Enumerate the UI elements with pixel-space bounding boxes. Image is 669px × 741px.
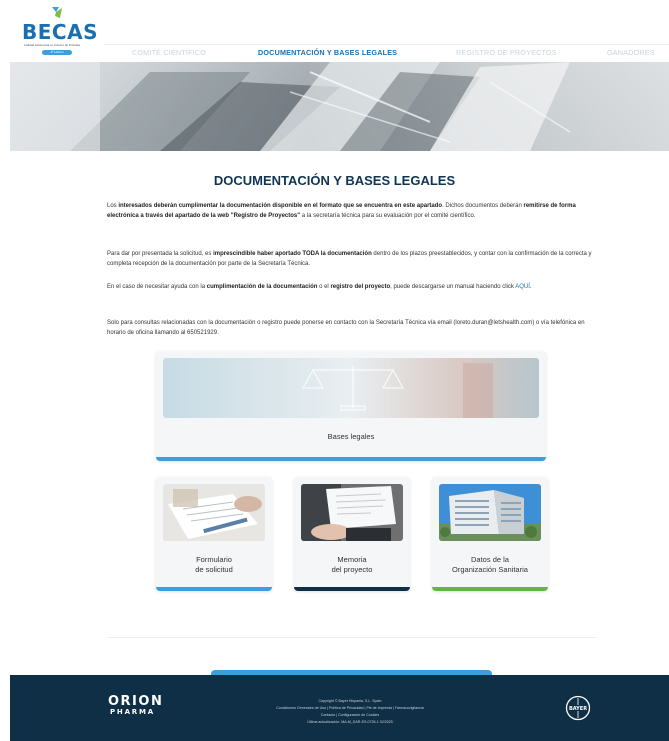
site-footer: ORION PHARMA Copyright © Bayer Hispania,… (10, 675, 669, 741)
logo-subtitle: Calidad Asistencial en Cáncer de Próstat… (24, 43, 81, 47)
becas-logo[interactable]: BECAS Calidad Asistencial en Cáncer de P… (22, 6, 102, 62)
logo-text: BECAS (22, 20, 98, 44)
nav-item-registro[interactable]: REGISTRO DE PROYECTOS (456, 45, 557, 61)
contact-paragraph: Solo para consultas relacionadas con la … (107, 320, 585, 336)
hero-image (10, 62, 669, 151)
footer-legal-links[interactable]: Condiciones Generales de Uso | Política … (240, 705, 460, 712)
hero-banner (10, 62, 669, 151)
datos-label: Datos de la Organización Sanitaria (452, 555, 528, 574)
nav-item-documentacion[interactable]: DOCUMENTACIÓN Y BASES LEGALES (258, 45, 397, 61)
memoria-card[interactable]: Memoria del proyecto (294, 477, 410, 591)
memoria-image (301, 484, 403, 541)
bases-legales-bar (156, 457, 546, 461)
formulario-bar (156, 587, 272, 591)
formulario-image (163, 484, 265, 541)
orion-pharma-logo[interactable]: ORION PHARMA (108, 695, 163, 716)
bayer-logo-icon[interactable]: BAYER (565, 695, 591, 721)
footer-last-update: Última actualización: MA-M_DAR-ES-0735-1… (307, 720, 393, 724)
site-header: BECAS Calidad Asistencial en Cáncer de P… (0, 0, 669, 62)
datos-bar (432, 587, 548, 591)
intro-paragraph: Los interesados deberán cumplimentar la … (107, 203, 576, 219)
main-nav: COMITÉ CIENTÍFICO DOCUMENTACIÓN Y BASES … (104, 44, 669, 60)
memoria-label: Memoria del proyecto (331, 555, 373, 574)
manual-link[interactable]: AQUÍ (515, 284, 530, 290)
footer-contact-links[interactable]: Contacto | Configuración de Cookies (240, 712, 460, 719)
nav-item-comite[interactable]: COMITÉ CIENTÍFICO (132, 45, 206, 61)
content-divider (107, 637, 597, 638)
footer-copyright: Copyright © Bayer Hispania, S.L. Spain (318, 699, 382, 703)
bases-legales-image (163, 358, 539, 418)
formulario-label: Formulario de solicitud (195, 555, 233, 574)
bases-legales-label: Bases legales (327, 432, 375, 441)
bases-legales-card[interactable]: Bases legales (156, 351, 546, 461)
help-paragraph: En el caso de necesitar ayuda con la cum… (107, 284, 532, 290)
footer-legal-text: Copyright © Bayer Hispania, S.L. Spain C… (240, 698, 460, 726)
formulario-card[interactable]: Formulario de solicitud (156, 477, 272, 591)
logo-mark-icon (52, 7, 62, 18)
logo-badge: 4ª edición (42, 50, 72, 55)
requirements-paragraph: Para dar por presentada la solicitud, es… (107, 251, 592, 267)
page-title: DOCUMENTACIÓN Y BASES LEGALES (213, 173, 456, 188)
memoria-bar (294, 587, 410, 591)
nav-item-ganadores[interactable]: GANADORES (607, 45, 655, 61)
datos-card[interactable]: Datos de la Organización Sanitaria (432, 477, 548, 591)
datos-image (439, 484, 541, 541)
